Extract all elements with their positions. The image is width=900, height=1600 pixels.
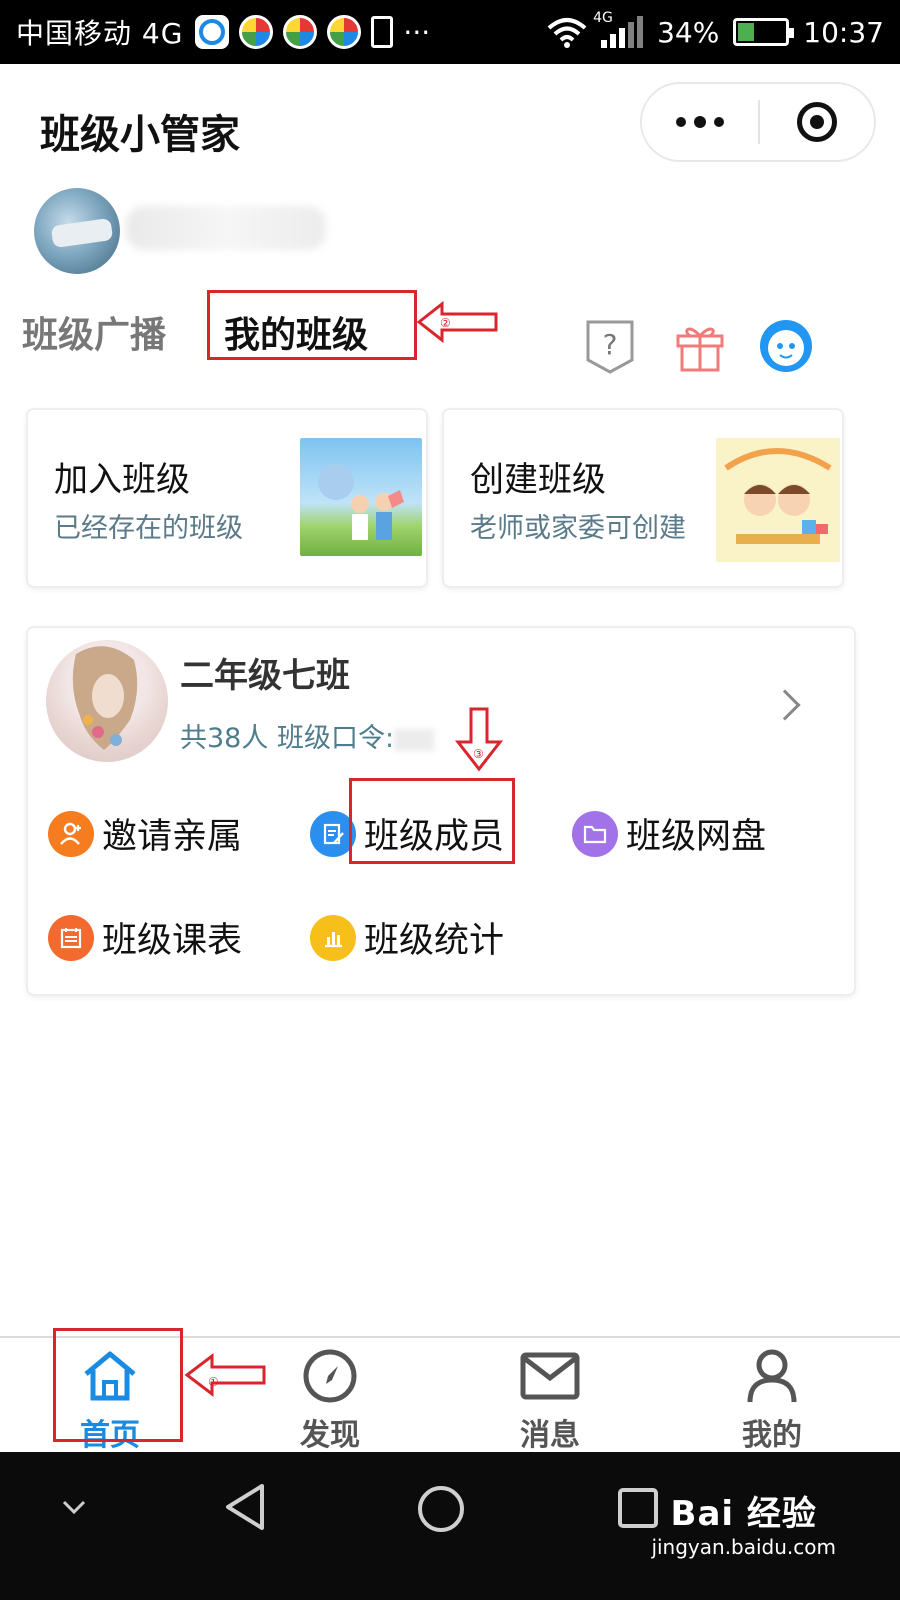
target-icon <box>797 102 837 142</box>
create-class-title: 创建班级 <box>470 460 606 500</box>
invite-relatives-label: 邀请亲属 <box>102 817 243 857</box>
class-statistics-button[interactable]: 班级统计 <box>310 912 504 963</box>
hide-keyboard-icon[interactable] <box>60 1498 88 1518</box>
svg-text:①: ① <box>208 1375 219 1389</box>
join-class-card[interactable]: 加入班级 已经存在的班级 <box>26 408 428 588</box>
carrier-label: 中国移动 4G <box>16 17 184 50</box>
home-system-icon[interactable] <box>416 1484 466 1534</box>
bar-chart-icon <box>310 914 356 961</box>
class-statistics-label: 班级统计 <box>364 921 505 961</box>
watermark-url: jingyan.baidu.com <box>651 1535 836 1559</box>
tab-discover[interactable]: 发现 <box>270 1346 390 1454</box>
app-notification-icon <box>283 15 318 49</box>
class-name: 二年级七班 <box>180 656 350 696</box>
signal-icon: 4G <box>593 10 644 48</box>
svg-text:②: ② <box>440 316 451 330</box>
notification-icons: ··· <box>195 15 430 49</box>
clock: 10:37 <box>803 15 884 49</box>
compass-icon <box>300 1346 360 1406</box>
baidu-jingyan-watermark: Bai 经验 jingyan.baidu.com <box>651 1486 836 1559</box>
capsule-menu <box>640 82 876 162</box>
app-notification-icon <box>239 15 274 49</box>
create-class-illustration <box>716 438 840 562</box>
system-navigation-bar: Bai 经验 jingyan.baidu.com <box>0 1452 900 1600</box>
app-notification-icon <box>327 15 362 49</box>
class-code-masked <box>394 728 435 751</box>
create-class-subtitle: 老师或家委可创建 <box>470 513 686 544</box>
class-schedule-button[interactable]: 班级课表 <box>48 912 242 963</box>
mini-program-header: 班级小管家 <box>0 64 900 180</box>
customer-service-icon[interactable] <box>756 316 816 376</box>
folder-icon <box>572 810 618 857</box>
tab-messages-label: 消息 <box>520 1418 580 1453</box>
annotation-highlight-box <box>207 290 417 360</box>
join-class-illustration <box>300 438 422 556</box>
tab-messages[interactable]: 消息 <box>490 1346 610 1454</box>
class-member-count: 共38人 班级口令: <box>180 723 395 754</box>
more-options-button[interactable] <box>642 84 758 160</box>
annotation-highlight-box <box>349 778 515 864</box>
help-icon[interactable]: ? <box>582 318 638 374</box>
watermark-main: Bai 经验 <box>670 1494 817 1534</box>
tab-class-broadcast[interactable]: 班级广播 <box>22 306 166 358</box>
battery-warning-icon <box>371 16 394 48</box>
class-avatar[interactable] <box>46 640 168 762</box>
class-drive-label: 班级网盘 <box>626 817 767 857</box>
create-class-card[interactable]: 创建班级 老师或家委可创建 <box>442 408 844 588</box>
close-mini-program-button[interactable] <box>760 102 874 142</box>
tab-me-label: 我的 <box>742 1418 802 1453</box>
class-schedule-label: 班级课表 <box>102 921 243 961</box>
svg-text:?: ? <box>603 328 618 361</box>
class-info: 共38人 班级口令: <box>180 716 435 755</box>
user-icon <box>742 1346 802 1406</box>
app-notification-icon <box>195 15 230 49</box>
join-class-subtitle: 已经存在的班级 <box>54 513 243 544</box>
status-bar: 中国移动 4G ··· 4G 34% 10:37 <box>0 0 900 64</box>
back-icon[interactable] <box>222 1482 266 1532</box>
join-class-title: 加入班级 <box>54 460 190 500</box>
tab-discover-label: 发现 <box>300 1418 360 1453</box>
network-type-label: 4G <box>593 10 613 26</box>
battery-icon <box>733 18 795 46</box>
annotation-highlight-box <box>53 1328 183 1442</box>
wifi-icon <box>547 18 587 48</box>
svg-text:③: ③ <box>473 747 484 761</box>
class-drive-button[interactable]: 班级网盘 <box>572 808 766 859</box>
schedule-icon <box>48 914 94 961</box>
invite-user-icon <box>48 810 94 857</box>
annotation-arrow-down: ③ <box>454 707 504 772</box>
invite-relatives-button[interactable]: 邀请亲属 <box>48 808 242 859</box>
tab-me[interactable]: 我的 <box>712 1346 832 1454</box>
user-avatar[interactable] <box>34 188 120 274</box>
mail-icon <box>520 1346 580 1406</box>
annotation-arrow-left: ① <box>184 1352 266 1398</box>
more-notifications: ··· <box>403 15 431 49</box>
gift-icon[interactable] <box>672 318 728 374</box>
annotation-arrow-left: ② <box>416 300 498 344</box>
page-title: 班级小管家 <box>40 112 240 158</box>
username-blurred <box>126 206 326 250</box>
battery-percent: 34% <box>657 15 720 49</box>
